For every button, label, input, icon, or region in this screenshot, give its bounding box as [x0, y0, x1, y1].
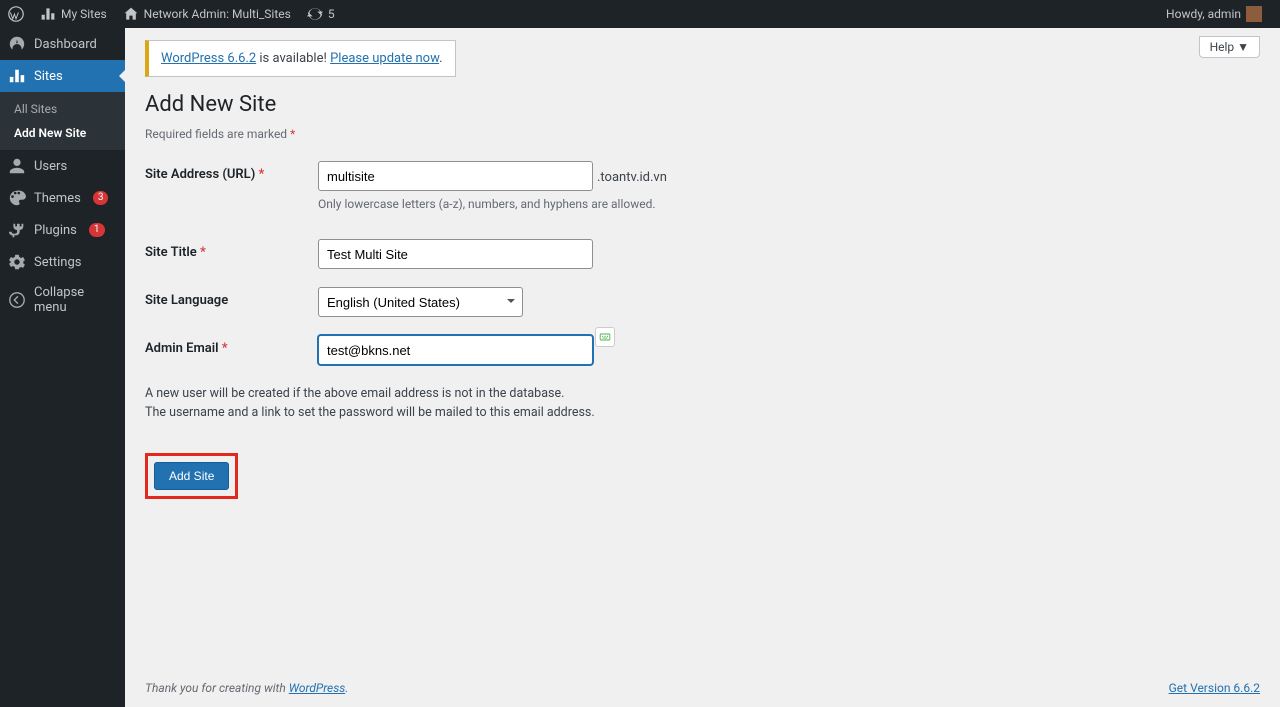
- site-language-select[interactable]: English (United States): [318, 287, 523, 317]
- row-site-address: Site Address (URL) * .toantv.id.vn Only …: [145, 161, 1260, 211]
- sites-label: Sites: [34, 69, 63, 84]
- howdy-label: Howdy, admin: [1166, 7, 1241, 21]
- required-note: Required fields are marked *: [145, 127, 1260, 141]
- site-address-hint: Only lowercase letters (a-z), numbers, a…: [318, 197, 1260, 211]
- collapse-label: Collapse menu: [34, 285, 117, 315]
- settings-icon: [8, 253, 26, 271]
- updates-item[interactable]: 5: [299, 0, 343, 28]
- admin-bar: My Sites Network Admin: Multi_Sites 5 Ho…: [0, 0, 1280, 28]
- dashboard-icon: [8, 35, 26, 53]
- settings-label: Settings: [34, 255, 81, 270]
- notice-link-version[interactable]: WordPress 6.6.2: [161, 51, 256, 66]
- network-admin-label: Network Admin: Multi_Sites: [144, 7, 291, 21]
- avatar: [1246, 6, 1262, 22]
- collapse-icon: [8, 291, 26, 309]
- admin-email-input[interactable]: [318, 335, 593, 365]
- label-site-address: Site Address (URL) *: [145, 161, 318, 182]
- network-admin-item[interactable]: Network Admin: Multi_Sites: [115, 0, 299, 28]
- submenu-add-new-site[interactable]: Add New Site: [0, 121, 125, 145]
- themes-icon: [8, 189, 26, 207]
- label-admin-email: Admin Email *: [145, 335, 318, 356]
- page-title: Add New Site: [145, 92, 1260, 117]
- home-icon: [123, 6, 139, 22]
- sidebar-item-settings[interactable]: Settings: [0, 246, 125, 278]
- themes-badge: 3: [93, 191, 109, 205]
- dashboard-label: Dashboard: [34, 37, 97, 52]
- keyboard-icon: [599, 331, 611, 343]
- site-title-input[interactable]: [318, 239, 593, 269]
- main-content: Help ▼ WordPress 6.6.2 is available! Ple…: [125, 28, 1280, 707]
- submit-highlight: Add Site: [145, 453, 238, 499]
- plugins-badge: 1: [89, 223, 105, 237]
- users-icon: [8, 157, 26, 175]
- admin-sidebar: Dashboard Sites All Sites Add New Site U…: [0, 28, 125, 707]
- sidebar-item-sites[interactable]: Sites: [0, 60, 125, 92]
- footer: Thank you for creating with WordPress. G…: [125, 669, 1280, 707]
- my-sites-label: My Sites: [61, 7, 107, 21]
- required-star: *: [290, 127, 295, 141]
- row-admin-email: Admin Email *: [145, 335, 1260, 365]
- password-helper-icon[interactable]: [595, 327, 615, 347]
- themes-label: Themes: [34, 191, 81, 206]
- help-button[interactable]: Help ▼: [1199, 36, 1260, 58]
- users-label: Users: [34, 159, 67, 174]
- wordpress-icon: [8, 6, 24, 22]
- info-text: A new user will be created if the above …: [145, 385, 1260, 423]
- row-site-language: Site Language English (United States): [145, 287, 1260, 317]
- sites-icon: [40, 6, 56, 22]
- notice-text: is available!: [256, 51, 330, 66]
- update-icon: [307, 6, 323, 22]
- notice-link-update[interactable]: Please update now: [330, 51, 439, 66]
- plugins-icon: [8, 221, 26, 239]
- add-site-button[interactable]: Add Site: [154, 462, 229, 490]
- footer-version-link[interactable]: Get Version 6.6.2: [1169, 681, 1260, 695]
- submenu-all-sites[interactable]: All Sites: [0, 97, 125, 121]
- updates-count: 5: [328, 7, 335, 21]
- update-notice: WordPress 6.6.2 is available! Please upd…: [145, 40, 456, 77]
- sites-submenu: All Sites Add New Site: [0, 92, 125, 150]
- label-site-title: Site Title *: [145, 239, 318, 260]
- domain-suffix: .toantv.id.vn: [597, 170, 667, 185]
- sidebar-item-users[interactable]: Users: [0, 150, 125, 182]
- wp-logo-item[interactable]: [0, 0, 32, 28]
- footer-thanks: Thank you for creating with: [145, 681, 289, 695]
- site-address-input[interactable]: [318, 161, 593, 191]
- sidebar-item-dashboard[interactable]: Dashboard: [0, 28, 125, 60]
- howdy-item[interactable]: Howdy, admin: [1158, 0, 1270, 28]
- label-site-language: Site Language: [145, 287, 318, 308]
- sites-menu-icon: [8, 67, 26, 85]
- row-site-title: Site Title *: [145, 239, 1260, 269]
- my-sites-item[interactable]: My Sites: [32, 0, 115, 28]
- sidebar-collapse[interactable]: Collapse menu: [0, 278, 125, 322]
- sidebar-item-plugins[interactable]: Plugins 1: [0, 214, 125, 246]
- sidebar-item-themes[interactable]: Themes 3: [0, 182, 125, 214]
- plugins-label: Plugins: [34, 223, 77, 238]
- footer-wp-link[interactable]: WordPress: [289, 681, 346, 695]
